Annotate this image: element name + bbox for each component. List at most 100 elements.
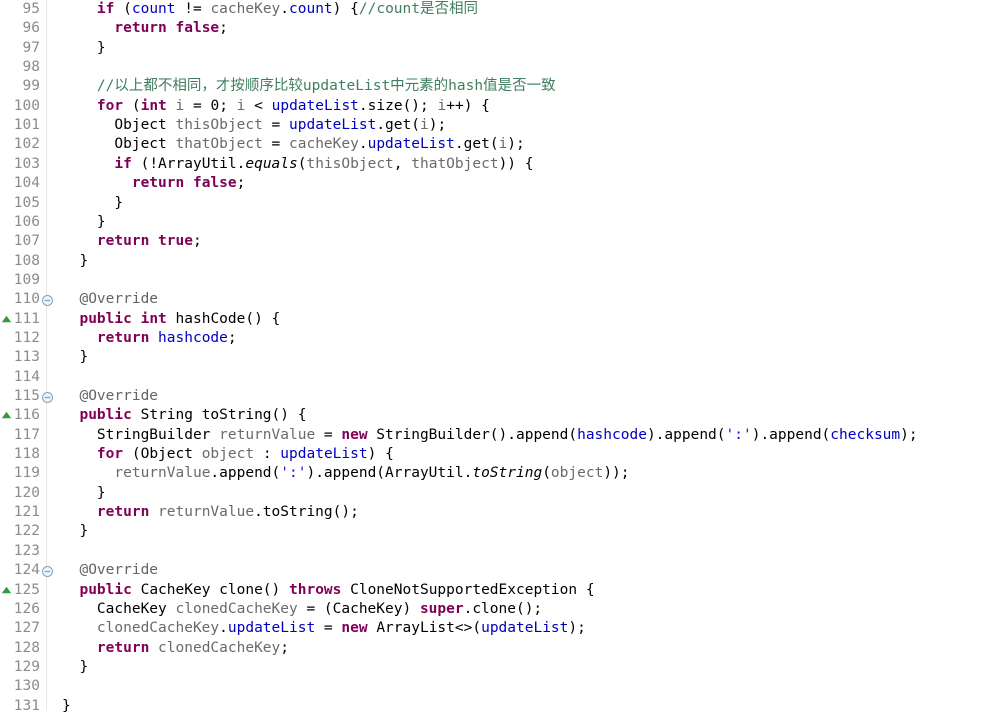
code-text[interactable]: if (count != cacheKey.count) {//count是否相… [62,0,478,19]
code-token: (Object [123,446,202,463]
code-line[interactable]: 98 [0,58,990,77]
code-text[interactable]: } [62,484,106,503]
code-line[interactable]: 101 Object thisObject = updateList.get(i… [0,116,990,135]
code-line[interactable]: 105 } [0,194,990,213]
code-line[interactable]: 111 public int hashCode() { [0,310,990,329]
code-line[interactable]: 108 } [0,252,990,271]
code-line[interactable]: 120 } [0,484,990,503]
code-text[interactable]: } [62,39,106,58]
code-line[interactable]: 112 return hashcode; [0,329,990,348]
code-token: //以上都不相同，才按顺序比较updateList中元素的hash值是否一致 [96,78,556,95]
code-text[interactable]: //以上都不相同，才按顺序比较updateList中元素的hash值是否一致 [62,77,556,96]
code-line[interactable]: 99 //以上都不相同，才按顺序比较updateList中元素的hash值是否一… [0,77,990,96]
code-text[interactable]: clonedCacheKey.updateList = new ArrayLis… [62,619,586,638]
code-text[interactable]: public CacheKey clone() throws CloneNotS… [62,581,594,600]
code-text[interactable]: } [62,252,88,271]
code-text[interactable]: } [62,697,71,716]
code-token: if [96,1,115,17]
code-text[interactable]: return false; [62,19,228,38]
code-text[interactable]: public String toString() { [62,406,306,425]
code-line[interactable]: 127 clonedCacheKey.updateList = new Arra… [0,619,990,638]
code-text[interactable]: } [62,348,88,367]
code-token: . [358,136,368,153]
code-text[interactable]: if (!ArrayUtil.equals(thisObject, thatOb… [62,155,533,174]
code-token: i [419,117,429,134]
code-text[interactable]: CacheKey clonedCacheKey = (CacheKey) sup… [62,600,542,619]
code-token: return [96,329,150,346]
code-line[interactable]: 122 } [0,522,990,541]
line-number: 105 [13,194,40,211]
code-line[interactable]: 107 return true; [0,232,990,251]
fold-collapse-icon[interactable] [41,387,53,406]
line-number: 99 [22,78,40,95]
fold-collapse-icon[interactable] [41,561,53,580]
line-number: 130 [13,678,40,695]
code-token: != [175,1,211,17]
code-line[interactable]: 116 public String toString() { [0,406,990,425]
code-line[interactable]: 126 CacheKey clonedCacheKey = (CacheKey)… [0,600,990,619]
code-text[interactable]: return false; [62,174,246,193]
code-text[interactable]: Object thatObject = cacheKey.updateList.… [62,135,524,154]
line-number: 131 [13,697,40,714]
code-line[interactable]: 125 public CacheKey clone() throws Clone… [0,581,990,600]
code-text[interactable]: return returnValue.toString(); [62,503,359,522]
code-text[interactable]: @Override [62,387,158,406]
code-line[interactable]: 119 returnValue.append(':').append(Array… [0,464,990,483]
code-text[interactable]: public int hashCode() { [62,310,280,329]
code-line[interactable]: 110 @Override [0,290,990,309]
code-text[interactable]: return hashcode; [62,329,237,348]
code-text[interactable]: for (int i = 0; i < updateList.size(); i… [62,97,490,116]
code-text[interactable]: } [62,522,88,541]
code-line[interactable]: 113 } [0,348,990,367]
code-text[interactable]: for (Object object : updateList) { [62,445,394,464]
code-line[interactable]: 118 for (Object object : updateList) { [0,445,990,464]
code-text[interactable]: } [62,194,123,213]
code-line[interactable]: 96 return false; [0,19,990,38]
code-line[interactable]: 123 [0,542,990,561]
code-line[interactable]: 131} [0,697,990,716]
code-line[interactable]: 121 return returnValue.toString(); [0,503,990,522]
code-token: hashcode [158,329,228,346]
code-text[interactable]: @Override [62,290,158,309]
code-line[interactable]: 128 return clonedCacheKey; [0,639,990,658]
code-line[interactable]: 95 if (count != cacheKey.count) {//count… [0,0,990,19]
code-line[interactable]: 130 [0,677,990,696]
code-text[interactable]: Object thisObject = updateList.get(i); [62,116,446,135]
code-text[interactable]: } [62,213,106,232]
code-line[interactable]: 109 [0,271,990,290]
code-token: toString [472,465,543,482]
code-token: ).append( [751,426,831,443]
code-line[interactable]: 114 [0,368,990,387]
code-line[interactable]: 129 } [0,658,990,677]
code-text[interactable]: return true; [62,232,202,251]
code-token: ':' [280,465,307,482]
code-text[interactable]: StringBuilder returnValue = new StringBu… [62,426,918,445]
code-text[interactable]: return clonedCacheKey; [62,639,289,658]
code-line[interactable]: 97 } [0,39,990,58]
code-text[interactable]: returnValue.append(':').append(ArrayUtil… [62,464,629,483]
code-line[interactable]: 115 @Override [0,387,990,406]
code-line[interactable]: 117 StringBuilder returnValue = new Stri… [0,426,990,445]
code-token: int [140,97,167,114]
code-line[interactable]: 102 Object thatObject = cacheKey.updateL… [0,135,990,154]
code-token: , [393,155,412,172]
code-line[interactable]: 124 @Override [0,561,990,580]
fold-collapse-icon[interactable] [41,290,53,309]
code-line[interactable]: 103 if (!ArrayUtil.equals(thisObject, th… [0,155,990,174]
code-token: clonedCacheKey [158,639,281,656]
code-line[interactable]: 100 for (int i = 0; i < updateList.size(… [0,97,990,116]
code-text[interactable]: @Override [62,561,158,580]
code-token: returnValue [158,504,255,521]
code-token: ); [428,117,447,134]
code-token: = [315,426,342,443]
code-editor[interactable]: 95 if (count != cacheKey.count) {//count… [0,0,990,714]
code-token: equals [245,155,298,172]
code-token: } [62,484,106,501]
code-line[interactable]: 106 } [0,213,990,232]
code-text[interactable]: } [62,658,88,677]
code-token: ; [236,175,246,192]
code-line[interactable]: 104 return false; [0,174,990,193]
